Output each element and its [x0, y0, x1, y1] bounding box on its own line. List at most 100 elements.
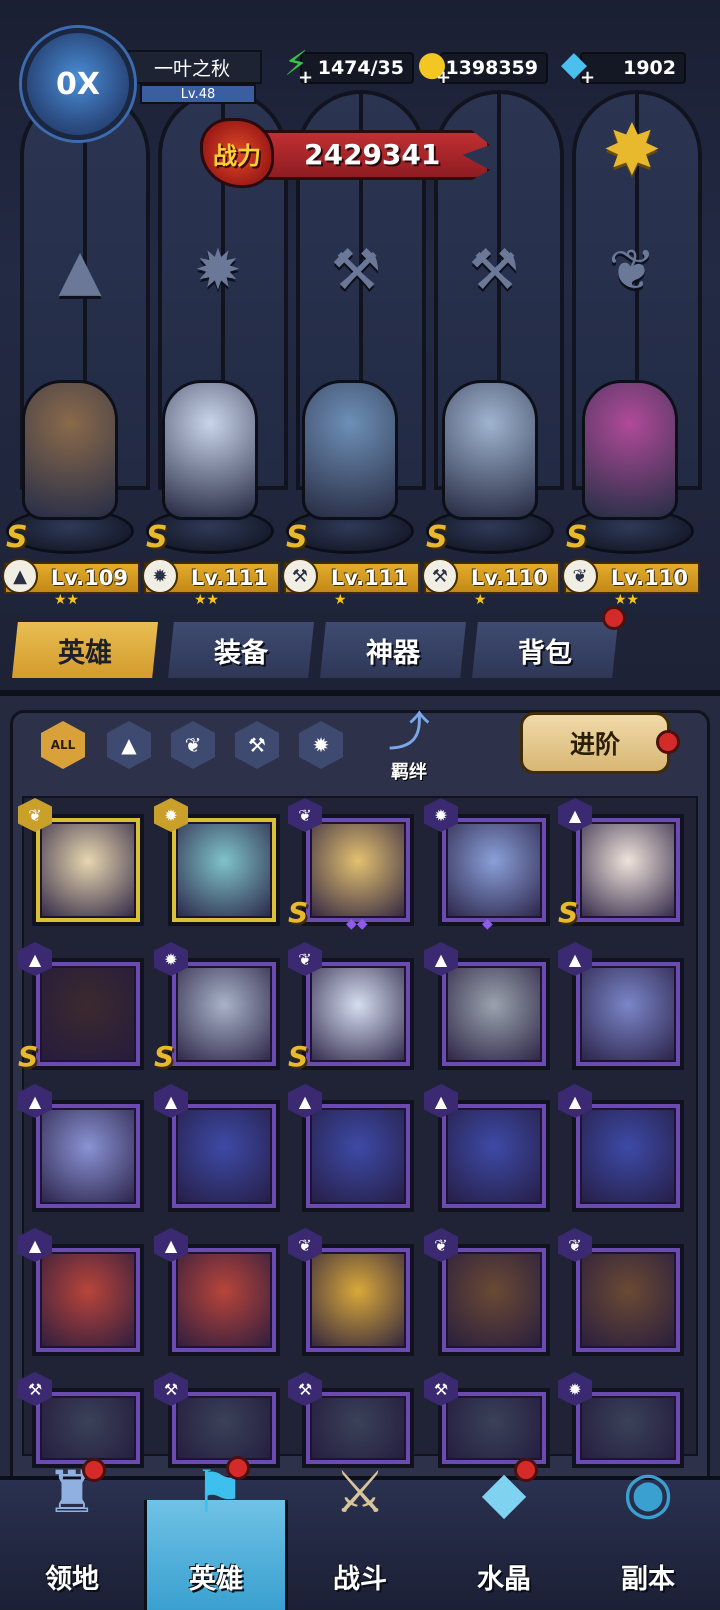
- lineup-hero[interactable]: [286, 360, 414, 520]
- tab-heroes[interactable]: 英雄: [12, 622, 158, 678]
- filter-hat[interactable]: ▲: [104, 720, 154, 770]
- backpack-notification-badge: [602, 606, 626, 630]
- formation-gear-icon[interactable]: ✸: [592, 109, 672, 191]
- gold-counter[interactable]: 1398359: [440, 52, 548, 84]
- hero-card[interactable]: [438, 814, 550, 926]
- hero-portrait: [446, 966, 542, 1062]
- hero-card[interactable]: [438, 1244, 550, 1356]
- nav-crystal[interactable]: ◆ 水晶: [432, 1452, 576, 1610]
- hero-card[interactable]: [32, 1244, 144, 1356]
- player-level: Lv.48: [140, 84, 256, 104]
- nav-hero[interactable]: ⚑ 英雄: [144, 1458, 288, 1610]
- card-stars: ◆: [482, 916, 493, 932]
- power-label: 战力: [200, 118, 274, 188]
- filter-all-label: ALL: [41, 721, 85, 769]
- hero-card[interactable]: [438, 1100, 550, 1212]
- hero-card[interactable]: [572, 814, 684, 926]
- bond-button[interactable]: ⤴ 羁绊: [364, 706, 454, 786]
- add-gems-icon[interactable]: +: [580, 69, 596, 87]
- hero-stars: ★★: [194, 592, 220, 608]
- hero-card[interactable]: [168, 958, 280, 1070]
- hero-card[interactable]: [32, 1100, 144, 1212]
- nav-notification-badge: [514, 1458, 538, 1482]
- add-stamina-icon[interactable]: +: [298, 69, 314, 87]
- nav-castle[interactable]: ♜ 领地: [0, 1452, 144, 1610]
- rank-s-badge: S: [154, 1040, 175, 1073]
- nav-label: 副本: [621, 1564, 675, 1595]
- hero-portrait: [176, 966, 272, 1062]
- rank-s-badge: S: [566, 520, 588, 555]
- player-avatar[interactable]: 0X: [22, 28, 134, 140]
- gold-value: 1398359: [445, 57, 538, 79]
- hero-figure: [302, 380, 398, 520]
- hero-card[interactable]: [302, 814, 414, 926]
- hero-portrait: [310, 822, 406, 918]
- hero-figure: [22, 380, 118, 520]
- wrench-emblem-icon: ⚒: [468, 237, 520, 303]
- hero-portrait: [580, 822, 676, 918]
- bond-label: 羁绊: [391, 762, 427, 783]
- monster-icon: ✹: [299, 721, 343, 769]
- hat-icon: ▲: [2, 558, 38, 594]
- hero-portrait: [446, 822, 542, 918]
- wing-emblem-icon: ❦: [608, 237, 656, 303]
- rank-s-badge: S: [288, 1040, 309, 1073]
- hero-portrait: [310, 1252, 406, 1348]
- lineup-hero[interactable]: [146, 360, 274, 520]
- stamina-value: 1474/35: [317, 57, 404, 79]
- hero-portrait: [40, 1108, 136, 1204]
- wrench-icon: ⚒: [422, 558, 458, 594]
- rank-s-badge: S: [18, 1040, 39, 1073]
- hero-portrait: [580, 1252, 676, 1348]
- hero-card[interactable]: [572, 958, 684, 1070]
- hero-stars: ★★: [54, 592, 80, 608]
- monster-icon: ✹: [142, 558, 178, 594]
- hero-card[interactable]: [572, 1244, 684, 1356]
- lineup-hero[interactable]: [6, 360, 134, 520]
- gems-value: 1902: [623, 57, 676, 79]
- add-gold-icon[interactable]: +: [436, 69, 452, 87]
- nav-dungeon[interactable]: ◉ 副本: [576, 1452, 720, 1610]
- hero-portrait: [176, 822, 272, 918]
- hat-icon: ▲: [107, 721, 151, 769]
- filter-wing[interactable]: ❦: [168, 720, 218, 770]
- tab-artifacts[interactable]: 神器: [320, 622, 466, 678]
- hero-card[interactable]: [168, 814, 280, 926]
- hero-card[interactable]: [302, 1100, 414, 1212]
- nav-label: 战斗: [333, 1564, 387, 1595]
- advance-notification-badge: [656, 730, 680, 754]
- lineup-hero[interactable]: [566, 360, 694, 520]
- nav-battle[interactable]: ⚔ 战斗: [288, 1452, 432, 1610]
- hero-card[interactable]: [438, 958, 550, 1070]
- hero-stars: ★: [334, 592, 347, 608]
- lineup-hero[interactable]: [426, 360, 554, 520]
- hero-card[interactable]: [302, 958, 414, 1070]
- advance-button[interactable]: 进阶: [520, 712, 670, 774]
- hero-card[interactable]: [168, 1100, 280, 1212]
- rank-s-badge: S: [426, 520, 448, 555]
- nav-label: 领地: [45, 1564, 99, 1595]
- hero-card[interactable]: [302, 1244, 414, 1356]
- filter-all[interactable]: ALL: [38, 720, 88, 770]
- tab-equipment[interactable]: 装备: [168, 622, 314, 678]
- filter-wrench[interactable]: ⚒: [232, 720, 282, 770]
- rank-s-badge: S: [6, 520, 28, 555]
- wrench-icon: ⚒: [282, 558, 318, 594]
- hero-card[interactable]: [32, 814, 144, 926]
- hero-card[interactable]: [572, 1100, 684, 1212]
- rank-s-badge: S: [558, 896, 579, 929]
- hero-portrait: [40, 822, 136, 918]
- tab-backpack[interactable]: 背包: [472, 622, 618, 678]
- hero-card[interactable]: [32, 958, 144, 1070]
- hero-portrait: [176, 1252, 272, 1348]
- hero-figure: [442, 380, 538, 520]
- filter-monster[interactable]: ✹: [296, 720, 346, 770]
- hero-card[interactable]: [168, 1244, 280, 1356]
- wing-icon: ❦: [562, 558, 598, 594]
- hero-portrait: [580, 966, 676, 1062]
- rank-s-badge: S: [286, 520, 308, 555]
- hero-portrait: [40, 1252, 136, 1348]
- hero-stars: ★: [474, 592, 487, 608]
- power-value: 2429341: [304, 138, 441, 171]
- hero-portrait: [446, 1108, 542, 1204]
